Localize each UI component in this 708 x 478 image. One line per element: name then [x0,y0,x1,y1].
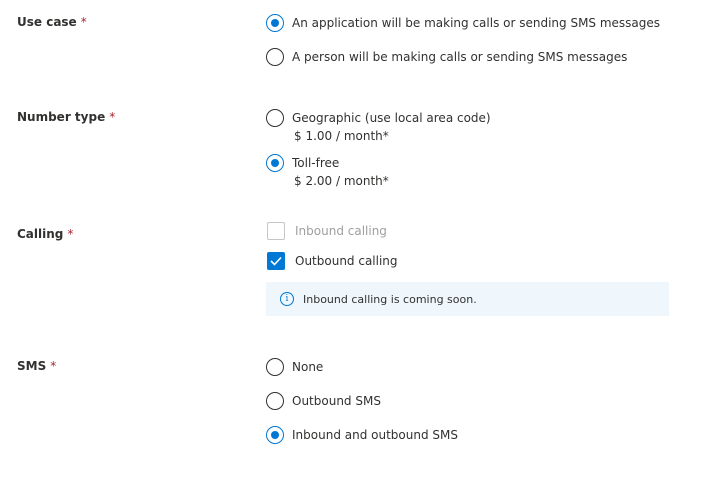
radio-label: Outbound SMS [292,394,381,408]
radio-sms-outbound[interactable]: Outbound SMS [266,392,381,410]
number-type-label: Number type * [17,110,115,124]
price-text: $ 2.00 / month* [294,174,389,188]
checkbox-checked[interactable] [267,252,285,270]
checkbox-label: Outbound calling [295,254,398,268]
radio-button-unchecked[interactable] [266,392,284,410]
radio-label: Inbound and outbound SMS [292,428,458,442]
required-asterisk: * [67,227,74,241]
radio-button-checked[interactable] [266,426,284,444]
radio-button-unchecked[interactable] [266,109,284,127]
radio-button-unchecked[interactable] [266,358,284,376]
radio-use-case-person[interactable]: A person will be making calls or sending… [266,48,627,66]
required-asterisk: * [50,359,57,373]
radio-label: Toll-free [292,156,340,170]
radio-number-type-toll-free[interactable]: Toll-free $ 2.00 / month* [266,154,389,190]
sms-label-text: SMS [17,359,47,373]
radio-label: Geographic (use local area code) [292,111,491,125]
checkbox-unchecked-disabled [267,222,285,240]
calling-label-text: Calling [17,227,64,241]
radio-button-checked[interactable] [266,14,284,32]
radio-number-type-geographic[interactable]: Geographic (use local area code) $ 1.00 … [266,109,491,145]
number-type-label-text: Number type [17,110,106,124]
required-asterisk: * [109,110,116,124]
radio-sms-none[interactable]: None [266,358,323,376]
radio-sms-inbound-outbound[interactable]: Inbound and outbound SMS [266,426,458,444]
radio-label: An application will be making calls or s… [292,16,661,30]
price-text: $ 1.00 / month* [294,129,389,143]
calling-label: Calling * [17,227,73,241]
radio-button-checked[interactable] [266,154,284,172]
radio-button-unchecked[interactable] [266,48,284,66]
radio-label: A person will be making calls or sending… [292,50,628,64]
info-message-bar: i Inbound calling is coming soon. [266,282,669,316]
info-icon: i [280,292,294,306]
checkmark-icon [270,256,282,266]
checkbox-outbound-calling[interactable]: Outbound calling [267,252,398,270]
radio-use-case-application[interactable]: An application will be making calls or s… [266,14,660,32]
required-asterisk: * [80,15,87,29]
info-message-text: Inbound calling is coming soon. [303,292,477,306]
checkbox-label: Inbound calling [295,224,387,238]
use-case-label: Use case * [17,15,87,29]
sms-label: SMS * [17,359,56,373]
radio-label: None [292,360,324,374]
checkbox-inbound-calling: Inbound calling [267,222,387,240]
radio-label-group: Geographic (use local area code) $ 1.00 … [292,109,491,145]
use-case-label-text: Use case [17,15,77,29]
radio-label-group: Toll-free $ 2.00 / month* [292,154,389,190]
